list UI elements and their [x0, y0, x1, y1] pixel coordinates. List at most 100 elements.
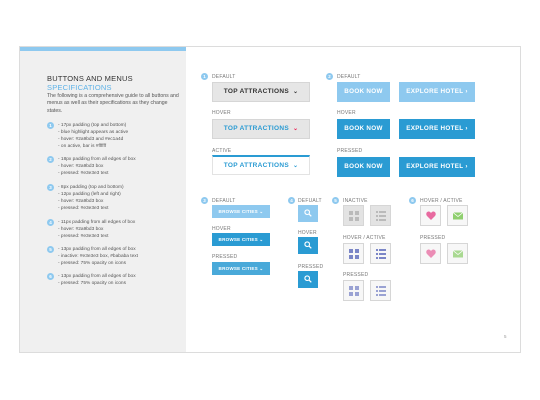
grid-icon — [349, 211, 359, 221]
list-icon — [376, 249, 386, 259]
chevron-down-icon: ⌄ — [259, 237, 264, 242]
button-label: BROWSE CITIES — [218, 237, 258, 242]
sidebar-subtitle: SPECIFICATIONS — [47, 83, 112, 92]
sidebar: BUTTONS AND MENUS SPECIFICATIONS The fol… — [20, 47, 186, 352]
mail-icon — [453, 212, 463, 220]
sidebar-intro: The following is a comprehensive guide t… — [47, 93, 179, 114]
list-icon — [376, 286, 386, 296]
list-view-toggle-pressed[interactable] — [370, 280, 391, 301]
spec-list: - 13px padding from all edges of box - i… — [58, 246, 182, 267]
section-2-hover-label: HOVER — [337, 110, 356, 116]
favorite-button-active[interactable] — [420, 205, 441, 226]
chevron-down-icon: ⌄ — [292, 163, 299, 169]
browse-cities-button-pressed[interactable]: BROWSE CITIES ⌄ — [212, 262, 270, 275]
section-5-inactive-label: INACTIVE — [343, 198, 368, 204]
search-icon — [304, 209, 312, 217]
section-5-pressed-label: PRESSED — [343, 272, 369, 278]
heart-icon — [426, 249, 436, 258]
mail-button-active[interactable] — [447, 205, 468, 226]
search-button-hover[interactable] — [298, 237, 318, 254]
section-3-pressed-label: PRESSED — [212, 254, 238, 260]
search-button-pressed[interactable] — [298, 271, 318, 288]
spec-number-badge: 2 — [47, 156, 54, 163]
button-label: TOP ATTRACTIONS — [223, 88, 289, 95]
spec-list: - 8px padding (top and bottom) - 12px pa… — [58, 184, 182, 212]
list-view-toggle-inactive[interactable] — [370, 205, 391, 226]
browse-cities-button-default[interactable]: BROWSE CITIES ⌄ — [212, 205, 270, 218]
spec-number-badge: 3 — [47, 184, 54, 191]
spec-line: - blue highlight appears as active — [58, 130, 129, 136]
grid-icon — [349, 286, 359, 296]
spec-list: - 13px padding from all edges of box - p… — [58, 273, 182, 287]
sidebar-top-bar — [20, 47, 186, 51]
spec-line: - pressed: #e3e3e3 text — [58, 206, 109, 212]
spec-line: - 13px padding from all edges of box — [58, 247, 136, 252]
favorite-button-pressed[interactable] — [420, 243, 441, 264]
section-5-badge: 5 — [332, 197, 339, 204]
section-2-default-label: DEFAULT — [337, 74, 361, 80]
explore-hotel-button-hover[interactable]: EXPLORE HOTEL › — [399, 119, 475, 139]
chevron-down-icon: ⌄ — [292, 89, 299, 95]
section-4-hover-label: HOVER — [298, 230, 317, 236]
explore-hotel-button-pressed[interactable]: EXPLORE HOTEL › — [399, 157, 475, 177]
section-4-badge: 4 — [288, 197, 295, 204]
spec-list: - 18px padding from all edges of box - h… — [58, 156, 182, 177]
search-button-default[interactable] — [298, 205, 318, 222]
button-label: BROWSE CITIES — [218, 209, 258, 214]
grid-view-toggle-active[interactable] — [343, 243, 364, 264]
grid-view-toggle-pressed[interactable] — [343, 280, 364, 301]
grid-view-toggle-inactive[interactable] — [343, 205, 364, 226]
section-1-badge: 1 — [201, 73, 208, 80]
spec-line: - 12px padding (left and right) — [58, 192, 121, 198]
section-4-default-label: DEFUALT — [298, 198, 322, 204]
explore-hotel-button-default[interactable]: EXPLORE HOTEL › — [399, 82, 475, 102]
book-now-button-hover[interactable]: BOOK NOW — [337, 119, 390, 139]
list-icon — [376, 211, 386, 221]
spec-line: - 8px padding (top and bottom) — [58, 185, 124, 190]
spec-line: - pressed: 75% opacity on icons — [58, 261, 126, 267]
spec-line: - inactive: #e3e3e3 box, #bababa text — [58, 254, 139, 260]
sidebar-title: BUTTONS AND MENUS — [47, 74, 133, 83]
top-attractions-button-default[interactable]: TOP ATTRACTIONS ⌄ — [212, 82, 310, 102]
section-3-default-label: DEFAULT — [212, 198, 236, 204]
button-label: EXPLORE HOTEL — [406, 125, 464, 132]
button-label: TOP ATTRACTIONS — [223, 125, 289, 132]
search-icon — [304, 241, 312, 249]
mail-button-pressed[interactable] — [447, 243, 468, 264]
top-attractions-button-hover[interactable]: TOP ATTRACTIONS ⌄ — [212, 119, 310, 139]
search-icon — [304, 275, 312, 283]
section-2-pressed-label: PRESSED — [337, 148, 363, 154]
spec-line: - hover: #2a9bd3 and #ec1a4d — [58, 137, 124, 143]
grid-icon — [349, 249, 359, 259]
page-number: 5 — [504, 334, 507, 339]
chevron-down-icon: ⌄ — [259, 209, 264, 214]
heart-icon — [426, 211, 436, 220]
browse-cities-button-hover[interactable]: BROWSE CITIES ⌄ — [212, 233, 270, 246]
spec-line: - hover: #2a9bd3 box — [58, 199, 104, 205]
spec-line: - 18px padding from all edges of box — [58, 157, 136, 162]
button-label: EXPLORE HOTEL — [406, 88, 464, 95]
section-1-active-label: ACTIVE — [212, 148, 232, 154]
section-6-pressed-label: PRESSED — [420, 235, 446, 241]
button-label: EXPLORE HOTEL — [406, 163, 464, 170]
top-attractions-button-active[interactable]: TOP ATTRACTIONS ⌄ — [212, 155, 310, 175]
spec-line: - pressed: 75% opacity on icons — [58, 281, 126, 287]
spec-line: - hover: #2a9bd3 box — [58, 227, 104, 233]
section-6-badge: 6 — [409, 197, 416, 204]
spec-sheet: BUTTONS AND MENUS SPECIFICATIONS The fol… — [19, 46, 521, 353]
spec-list: - 17px padding (top and bottom) - blue h… — [58, 122, 182, 150]
chevron-right-icon: › — [465, 163, 468, 170]
section-1-default-label: DEFAULT — [212, 74, 236, 80]
book-now-button-default[interactable]: BOOK NOW — [337, 82, 390, 102]
book-now-button-pressed[interactable]: BOOK NOW — [337, 157, 390, 177]
section-4-pressed-label: PRESSED — [298, 264, 324, 270]
chevron-right-icon: › — [465, 125, 468, 132]
spec-line: - hover: #2a9bd3 box — [58, 164, 104, 170]
list-view-toggle-active[interactable] — [370, 243, 391, 264]
button-label: BROWSE CITIES — [218, 266, 258, 271]
section-1-hover-label: HOVER — [212, 110, 231, 116]
section-3-hover-label: HOVER — [212, 226, 231, 232]
spec-number-badge: 4 — [47, 219, 54, 226]
chevron-down-icon: ⌄ — [292, 126, 299, 132]
chevron-down-icon: ⌄ — [259, 266, 264, 271]
